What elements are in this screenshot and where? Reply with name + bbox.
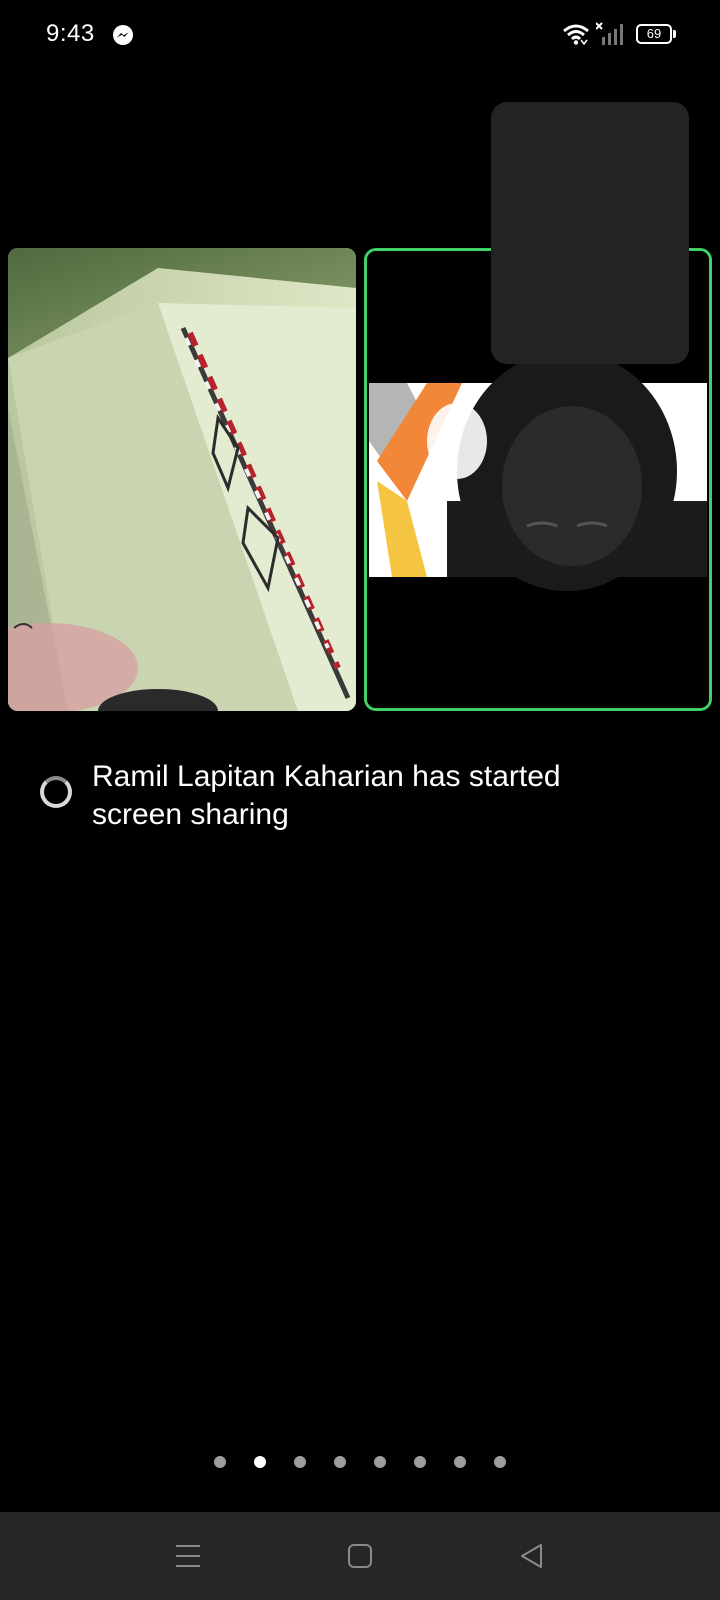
page-dot-active[interactable] — [254, 1456, 266, 1468]
page-dot[interactable] — [214, 1456, 226, 1468]
page-dot[interactable] — [334, 1456, 346, 1468]
page-dot[interactable] — [414, 1456, 426, 1468]
home-square-icon — [348, 1544, 372, 1568]
wifi-icon — [563, 24, 589, 46]
status-bar: 9:43 69 — [0, 0, 720, 70]
video-call-screen: 9:43 69 Ramil Lapitan Kaharian has start… — [0, 0, 720, 1600]
navigation-bar — [0, 1512, 720, 1600]
loading-spinner-icon — [40, 776, 72, 808]
screen-share-notice-text: Ramil Lapitan Kaharian has started scree… — [92, 760, 561, 831]
back-triangle-icon — [521, 1544, 542, 1568]
self-view-tile[interactable] — [491, 102, 689, 364]
battery-level: 69 — [636, 24, 672, 44]
signal-icon — [596, 22, 623, 45]
page-indicator — [0, 1456, 720, 1470]
participant-video-feed — [8, 248, 356, 711]
menu-icon — [176, 1545, 200, 1567]
battery-icon: 69 — [636, 24, 676, 46]
page-dot[interactable] — [294, 1456, 306, 1468]
page-dot[interactable] — [374, 1456, 386, 1468]
messenger-icon — [113, 25, 133, 45]
page-dot[interactable] — [454, 1456, 466, 1468]
participant-video-tile[interactable] — [8, 248, 356, 711]
home-button[interactable] — [340, 1538, 380, 1574]
page-dot[interactable] — [494, 1456, 506, 1468]
back-button[interactable] — [512, 1538, 552, 1574]
status-time: 9:43 — [46, 20, 95, 47]
recent-apps-button[interactable] — [168, 1538, 208, 1574]
